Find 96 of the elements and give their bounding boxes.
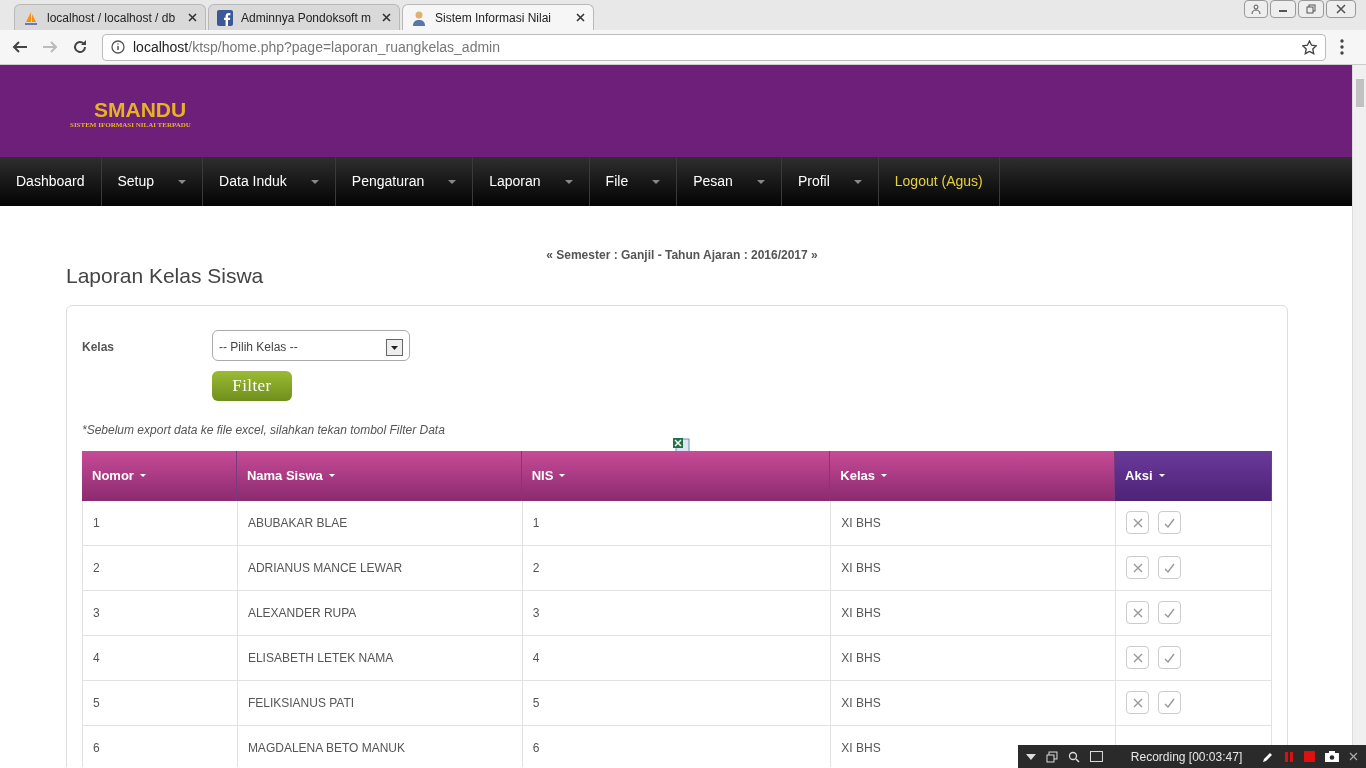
check-icon — [1164, 697, 1176, 708]
nav-item[interactable]: Setup — [101, 157, 204, 206]
browser-tab[interactable]: Sistem Informasi Nilai — [402, 4, 594, 30]
table-cell: 1 — [521, 500, 831, 545]
user-icon — [411, 9, 427, 26]
minimize-button[interactable] — [1270, 0, 1296, 18]
site-logo[interactable]: SMANDU — [70, 99, 1352, 120]
table-cell: ELISABETH LETEK NAMA — [236, 635, 522, 680]
nav-item[interactable]: Laporan — [473, 157, 590, 206]
table-cell: MAGDALENA BETO MANUK — [236, 725, 522, 767]
table-cell: 4 — [521, 635, 831, 680]
nav-item[interactable]: Logout (Agus) — [878, 157, 1000, 206]
recording-status: Recording [00:03:47] — [1130, 748, 1243, 766]
close-icon — [1132, 562, 1143, 573]
kelas-select[interactable]: -- Pilih Kelas -- — [212, 329, 410, 361]
star-icon[interactable] — [1302, 39, 1317, 55]
table-cell: 3 — [82, 590, 237, 635]
check-icon — [1164, 607, 1176, 618]
close-icon — [1132, 517, 1143, 528]
check-icon — [1164, 562, 1176, 573]
column-header[interactable]: Nama Siswa — [236, 450, 522, 501]
delete-button[interactable] — [1126, 556, 1150, 579]
column-header[interactable]: Aksi — [1115, 450, 1272, 501]
close-icon[interactable] — [576, 13, 585, 22]
url-text: localhost/ktsp/home.php?page=laporan_ruangkelas_admin — [133, 37, 500, 57]
close-icon[interactable] — [382, 13, 391, 22]
window-icon[interactable] — [1045, 750, 1058, 763]
fullscreen-icon[interactable] — [1089, 751, 1103, 762]
table-cell: 5 — [521, 680, 831, 725]
browser-tab[interactable]: Adminnya Pondoksoft m — [208, 4, 400, 30]
close-icon — [1132, 697, 1143, 708]
address-field[interactable]: localhost/ktsp/home.php?page=laporan_ruangkelas_admin — [102, 33, 1326, 61]
sort-icon — [328, 474, 335, 477]
close-icon[interactable] — [188, 13, 197, 22]
back-icon[interactable] — [12, 39, 28, 55]
close-icon — [1132, 607, 1143, 618]
nav-item[interactable]: Data Induk — [203, 157, 336, 206]
table-cell: 5 — [82, 680, 237, 725]
restore-icon — [1306, 4, 1316, 14]
menu-icon[interactable] — [1340, 39, 1344, 55]
table-cell: 4 — [82, 635, 237, 680]
search-icon[interactable] — [1067, 750, 1080, 763]
table-cell: 3 — [521, 590, 831, 635]
sort-icon — [881, 474, 888, 477]
table-cell: 2 — [82, 545, 237, 590]
profile-button[interactable] — [1244, 0, 1268, 18]
f-logo-icon — [217, 9, 233, 26]
column-header[interactable]: Nomor — [82, 450, 237, 501]
table-cell: XI BHS — [830, 635, 1116, 680]
check-icon — [1164, 517, 1176, 528]
nav-item[interactable]: Profil — [781, 157, 879, 206]
delete-button[interactable] — [1126, 646, 1150, 669]
sort-icon — [1158, 474, 1165, 477]
table-cell: ABUBAKAR BLAE — [236, 500, 522, 545]
table-cell: 1 — [82, 500, 237, 545]
table-cell: 2 — [521, 545, 831, 590]
nav-item[interactable]: Pesan — [677, 157, 782, 206]
column-header[interactable]: NIS — [521, 450, 831, 501]
check-icon — [1164, 652, 1176, 663]
kelas-label: Kelas — [82, 338, 116, 356]
table-cell: XI BHS — [830, 545, 1116, 590]
table-cell: XI BHS — [830, 500, 1116, 545]
semester-info: « Semester : Ganjil - Tahun Ajaran : 2016/2017 » — [546, 247, 818, 264]
table-cell: XI BHS — [830, 680, 1116, 725]
sort-icon — [559, 474, 566, 477]
close-icon[interactable] — [1349, 752, 1358, 761]
table-cell: 6 — [82, 725, 237, 767]
column-header[interactable]: Kelas — [830, 450, 1116, 501]
delete-button[interactable] — [1126, 601, 1150, 624]
nav-item[interactable]: Pengaturan — [335, 157, 474, 206]
nav-item[interactable]: File — [589, 157, 678, 206]
pause-icon[interactable] — [1284, 750, 1295, 763]
stop-icon[interactable] — [1304, 751, 1316, 762]
table-cell: XI BHS — [830, 590, 1116, 635]
delete-button[interactable] — [1126, 511, 1150, 534]
close-icon — [1336, 4, 1346, 14]
reload-icon[interactable] — [72, 39, 88, 55]
nav-item[interactable]: Dashboard — [0, 157, 102, 206]
close-icon — [1132, 652, 1143, 663]
info-icon[interactable] — [111, 40, 125, 54]
table-cell: ADRIANUS MANCE LEWAR — [236, 545, 522, 590]
export-note: *Sebelum export data ke file excel, silahkan tekan tombol Filter Data — [82, 421, 446, 439]
sort-icon — [139, 474, 146, 477]
table-cell: 6 — [521, 725, 831, 767]
browser-tab[interactable]: localhost / localhost / db — [14, 4, 206, 30]
table-cell: FELIKSIANUS PATI — [236, 680, 522, 725]
close-button[interactable] — [1326, 0, 1356, 18]
restore-button[interactable] — [1298, 0, 1324, 18]
caret-icon[interactable] — [1026, 753, 1036, 760]
user-icon — [1251, 4, 1261, 14]
camera-icon[interactable] — [1325, 751, 1340, 762]
table-cell: ALEXANDER RUPA — [236, 590, 522, 635]
dropdown-icon — [386, 338, 403, 356]
scrollbar[interactable] — [1352, 65, 1366, 745]
page-title: Laporan Kelas Siswa — [65, 263, 265, 289]
delete-button[interactable] — [1126, 691, 1150, 714]
